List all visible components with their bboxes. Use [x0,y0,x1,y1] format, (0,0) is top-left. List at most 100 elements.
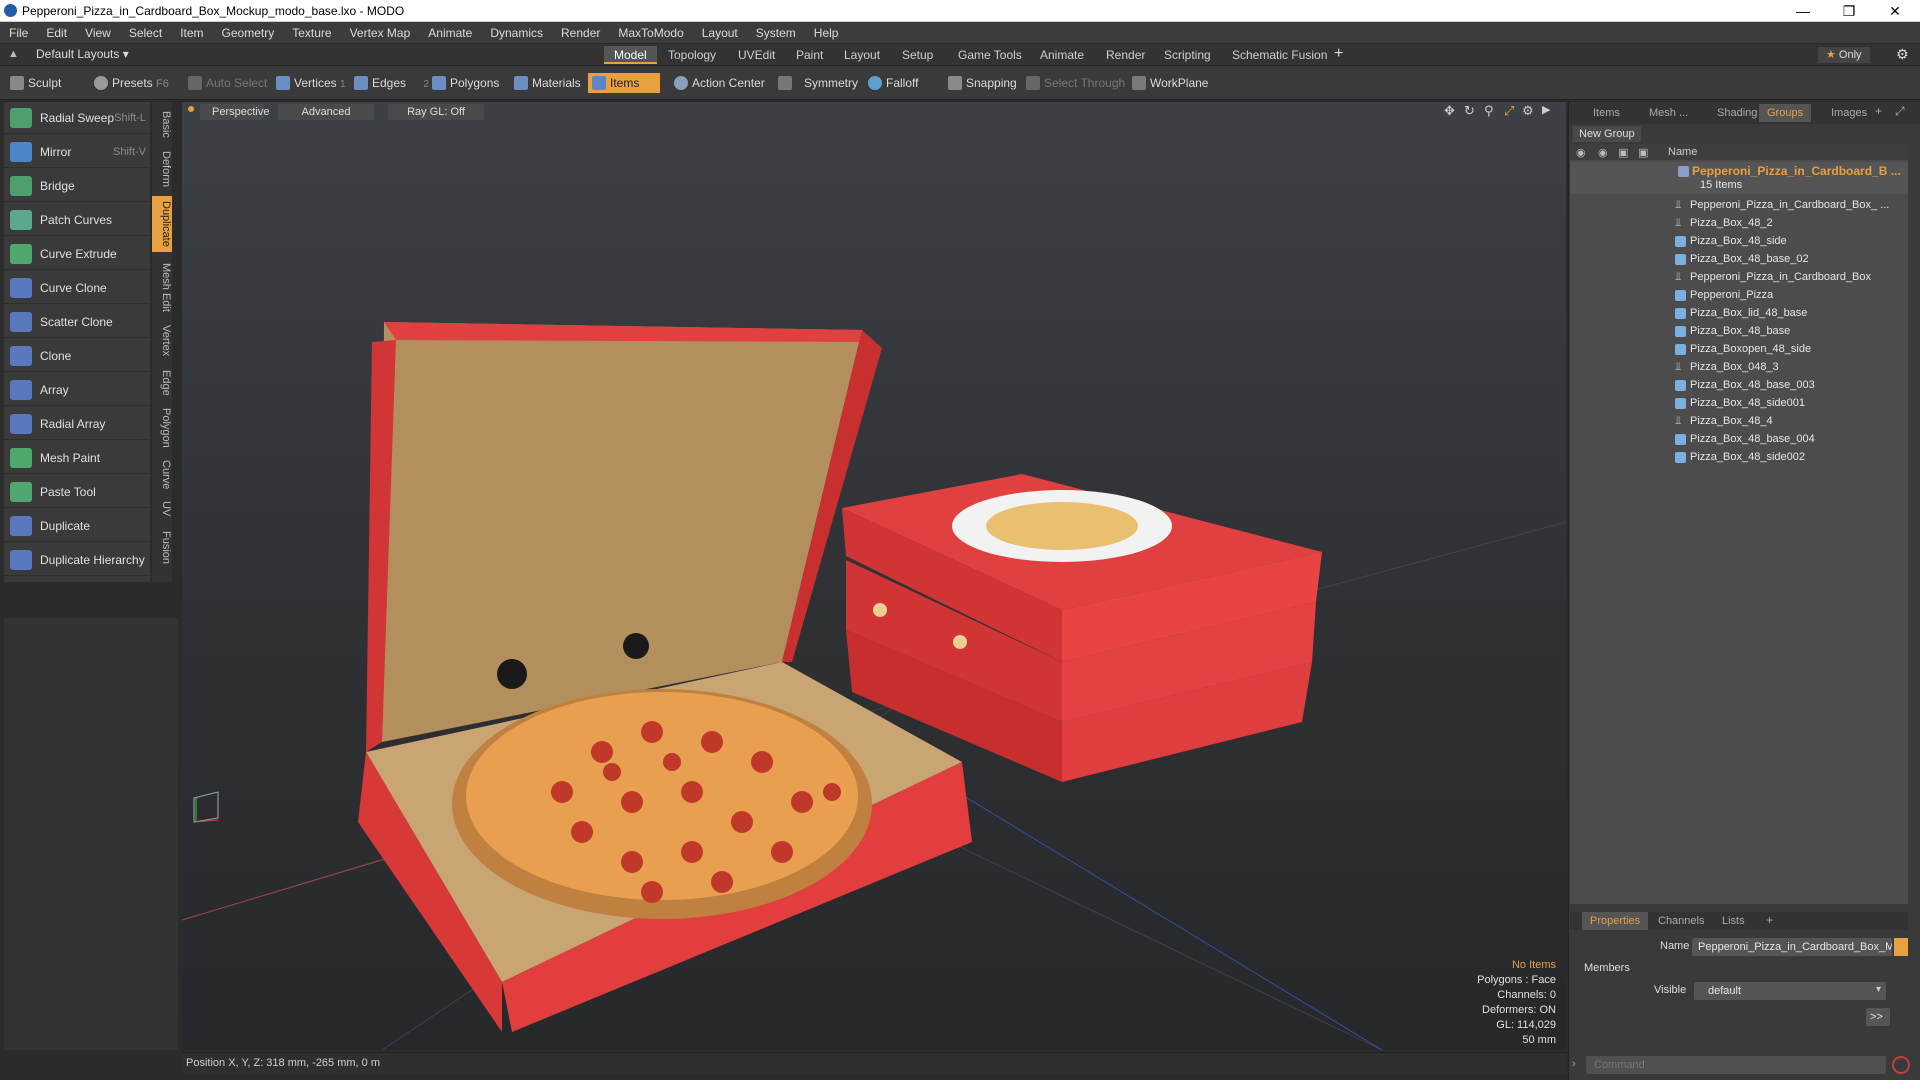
name-column-header[interactable]: Name [1668,146,1697,158]
close-icon[interactable]: ✕ [1872,0,1918,22]
patch-curves-tool[interactable]: Patch Curves [4,204,150,236]
tab-images[interactable]: Images [1823,104,1875,122]
tab-setup[interactable]: Setup [892,46,943,64]
group-item-row[interactable]: Pizza_Box_48_base_004 [1570,430,1908,448]
vtab-fusion[interactable]: Fusion [152,526,172,570]
tab-model[interactable]: Model [604,46,657,64]
menu-maxtomodo[interactable]: MaxToModo [609,22,692,44]
vtab-deform[interactable]: Deform [152,148,172,190]
viewport-gear-icon[interactable]: ⚙ [1522,103,1534,119]
tab-channels[interactable]: Channels [1650,912,1712,930]
menu-render[interactable]: Render [552,22,609,44]
polygons-button[interactable]: Polygons [428,73,505,93]
perspective-button[interactable]: Perspective [200,104,269,120]
pan-icon[interactable]: ✥ [1444,103,1455,119]
group-item-row[interactable]: Pizza_Box_48_base [1570,322,1908,340]
bridge-tool[interactable]: Bridge [4,170,150,202]
add-panel-tab-icon[interactable]: + [1875,104,1882,118]
menu-animate[interactable]: Animate [419,22,481,44]
tab-items[interactable]: Items [1585,104,1628,122]
curve-extrude-tool[interactable]: Curve Extrude [4,238,150,270]
paste-tool[interactable]: Paste Tool [4,476,150,508]
group-item-row[interactable]: ⫫ Pepperoni_Pizza_in_Cardboard_Box_ ... [1570,196,1908,214]
tab-layout[interactable]: Layout [834,46,890,64]
tab-render[interactable]: Render [1096,46,1155,64]
falloff-button[interactable]: Falloff [864,73,924,93]
vertices-button[interactable]: Vertices 1 [272,73,352,93]
group-row[interactable]: Pepperoni_Pizza_in_Cardboard_B ... 15 It… [1570,162,1908,194]
edges-button[interactable]: Edges 2 [350,73,435,93]
group-item-row[interactable]: Pizza_Boxopen_48_side [1570,340,1908,358]
rotate-icon[interactable]: ↻ [1464,103,1475,119]
sculpt-button[interactable]: Sculpt [6,73,67,93]
tab-topology[interactable]: Topology [658,46,726,64]
materials-button[interactable]: Materials [510,73,587,93]
group-item-row[interactable]: Pizza_Box_48_base_003 [1570,376,1908,394]
add-tab-icon[interactable]: + [1334,45,1343,63]
group-item-row[interactable]: Pizza_Box_48_side [1570,232,1908,250]
curve-clone-tool[interactable]: Curve Clone [4,272,150,304]
zoom-icon[interactable]: ⚲ [1484,103,1494,119]
group-item-row[interactable]: Pizza_Box_lid_48_base [1570,304,1908,322]
snapping-button[interactable]: Snapping [944,73,1023,93]
tab-game-tools[interactable]: Game Tools [948,46,1032,64]
tab-groups[interactable]: Groups [1759,104,1812,122]
fit-icon[interactable]: ⤢ [1504,103,1514,119]
menu-file[interactable]: File [0,22,37,44]
array-tool[interactable]: Array [4,374,150,406]
group-item-row[interactable]: Pizza_Box_48_side002 [1570,448,1908,466]
tab-properties[interactable]: Properties [1582,912,1649,930]
menu-view[interactable]: View [76,22,120,44]
items-button[interactable]: Items [588,73,660,93]
visible-dropdown[interactable]: default [1694,982,1886,1000]
tab-scripting[interactable]: Scripting [1154,46,1221,64]
tab-lists[interactable]: Lists [1714,912,1753,930]
mesh-paint-tool[interactable]: Mesh Paint [4,442,150,474]
group-item-row[interactable]: Pizza_Box_48_base_02 [1570,250,1908,268]
menu-system[interactable]: System [747,22,805,44]
group-item-row[interactable]: ⫫ Pizza_Box_48_2 [1570,214,1908,232]
group-item-row[interactable]: Pepperoni_Pizza [1570,286,1908,304]
add-props-tab-icon[interactable]: + [1766,913,1773,927]
3d-viewport[interactable] [181,102,1567,1051]
name-field[interactable]: Pepperoni_Pizza_in_Cardboard_Box_M [1692,938,1892,956]
command-status-icon[interactable] [1892,1056,1910,1074]
duplicate-tool[interactable]: Duplicate [4,510,150,542]
group-item-row[interactable]: ⫫ Pepperoni_Pizza_in_Cardboard_Box [1570,268,1908,286]
vtab-uv[interactable]: UV [152,498,172,520]
tab-schematic-fusion[interactable]: Schematic Fusion [1222,46,1337,64]
menu-edit[interactable]: Edit [37,22,76,44]
radial-array-tool[interactable]: Radial Array [4,408,150,440]
workplane-button[interactable]: WorkPlane [1128,73,1214,93]
vtab-vertex[interactable]: Vertex [152,320,172,362]
menu-layout[interactable]: Layout [693,22,747,44]
group-item-row[interactable]: ⫫ Pizza_Box_48_4 [1570,412,1908,430]
group-item-row[interactable]: Pizza_Box_48_side001 [1570,394,1908,412]
layout-up-icon[interactable]: ▲ [8,48,20,60]
tab-shading[interactable]: Shading [1709,104,1765,122]
presets-button[interactable]: Presets F6 [90,73,175,93]
minimize-icon[interactable]: — [1780,0,1826,22]
layout-select[interactable]: Default Layouts ▾ [36,47,129,61]
expand-panel-icon[interactable]: ⤢ [1895,104,1905,119]
group-item-row[interactable]: ⫫ Pizza_Box_048_3 [1570,358,1908,376]
command-input[interactable] [1586,1056,1886,1074]
vtab-edge[interactable]: Edge [152,366,172,400]
tab-animate[interactable]: Animate [1030,46,1094,64]
scatter-clone-tool[interactable]: Scatter Clone [4,306,150,338]
mirror-tool[interactable]: Mirror Shift-V [4,136,150,168]
tab-paint[interactable]: Paint [786,46,833,64]
vtab-duplicate[interactable]: Duplicate [152,196,172,252]
raygl-button[interactable]: Ray GL: Off [388,104,484,120]
tab-uvedit[interactable]: UVEdit [728,46,785,64]
new-group-button[interactable]: New Group [1573,126,1641,142]
only-toggle[interactable]: ★ Only [1818,47,1870,63]
members-label[interactable]: Members [1584,962,1630,974]
duplicate-hierarchy-tool[interactable]: Duplicate Hierarchy [4,544,150,576]
radial-sweep-tool[interactable]: Radial Sweep Shift-L [4,102,150,134]
more-button[interactable]: >> [1866,1008,1890,1026]
select-through-button[interactable]: Select Through [1022,73,1131,93]
tab-mesh[interactable]: Mesh ... [1641,104,1696,122]
menu-geometry[interactable]: Geometry [213,22,284,44]
vtab-mesh-edit[interactable]: Mesh Edit [152,258,172,316]
